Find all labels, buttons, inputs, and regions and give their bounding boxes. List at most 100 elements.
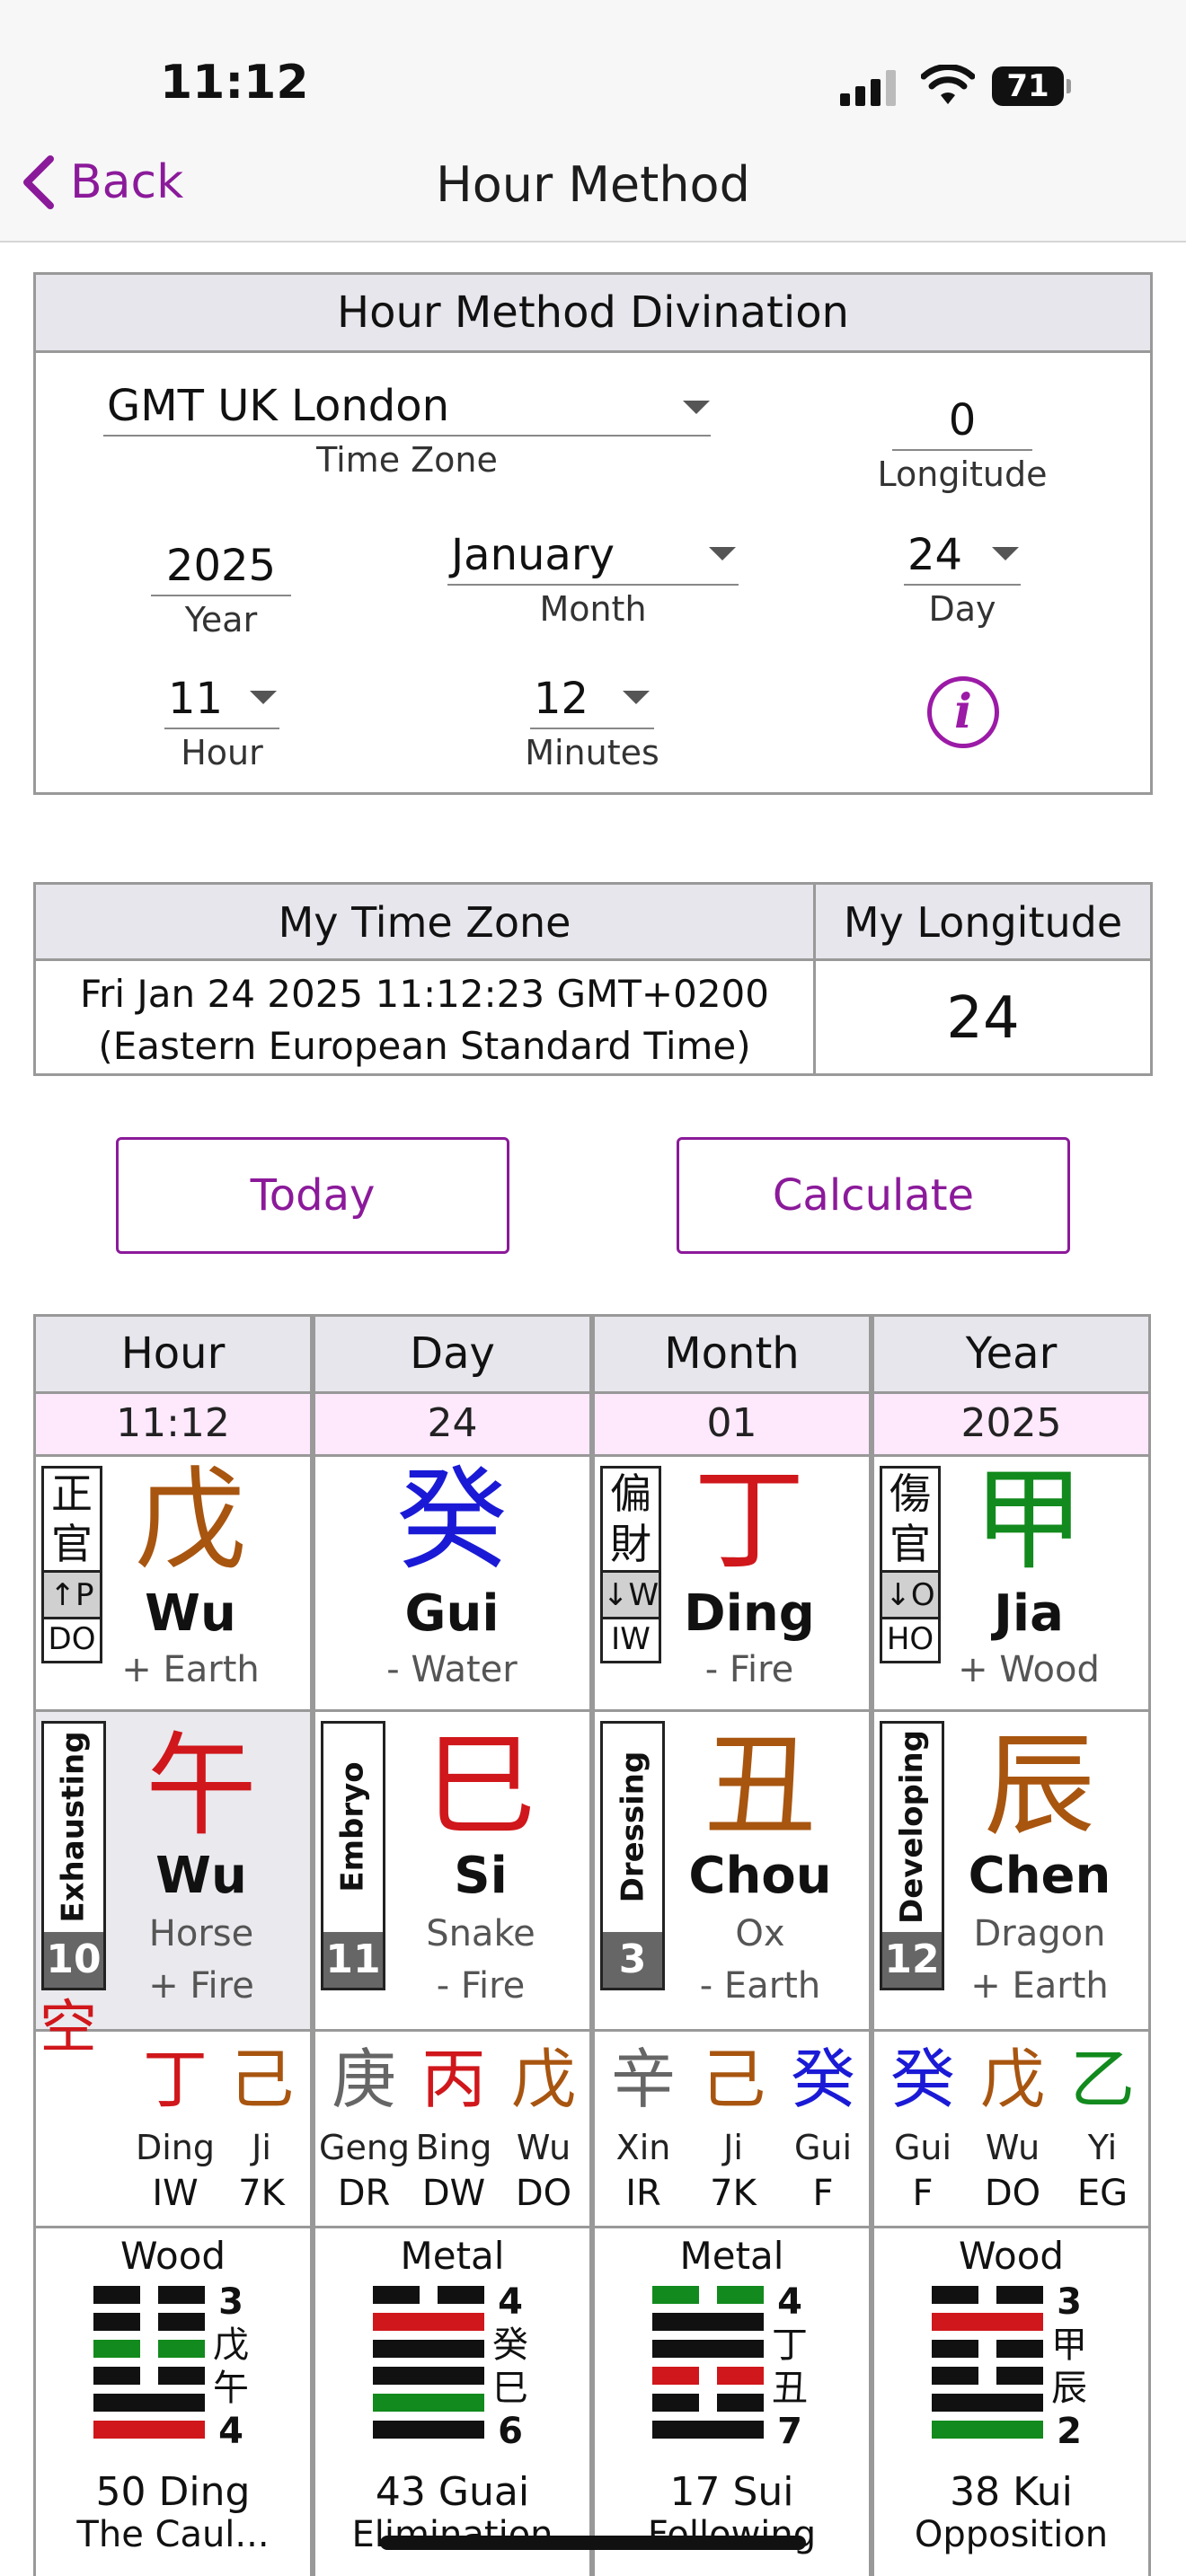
hexagram-name: 43 Guai xyxy=(375,2469,530,2515)
hidden-stem-pinyin: Ding xyxy=(135,2128,216,2167)
info-icon[interactable]: i xyxy=(927,676,999,748)
pillar-column-year: Year 2025 傷官 ↓O HO 甲 Jia + Wood Developing 12 辰 Che… xyxy=(872,1314,1151,2576)
cellular-signal-icon xyxy=(840,70,898,106)
today-button[interactable]: Today xyxy=(116,1137,509,1254)
hexagram-side-label: 4 xyxy=(218,2411,243,2452)
day-label: Day xyxy=(928,589,996,629)
hexagram-line xyxy=(932,2394,1043,2412)
hidden-stem-pinyin: Gui xyxy=(793,2128,853,2167)
hexagram-line-left xyxy=(652,2394,699,2412)
hidden-stem: 丁 Ding IW xyxy=(135,2039,216,2217)
hexagram-lines xyxy=(373,2286,484,2448)
hexagram-line xyxy=(373,2421,484,2439)
longitude-field[interactable]: 0 Longitude xyxy=(878,392,1048,494)
stem-pinyin: Ding xyxy=(684,1584,815,1643)
stem-character: 甲 xyxy=(972,1456,1084,1585)
pillar-date: 24 xyxy=(313,1394,592,1457)
hidden-stem-pinyin: Wu xyxy=(516,2128,571,2167)
hidden-stem-character: 丁 xyxy=(142,2042,208,2117)
hour-select[interactable]: 11 Hour xyxy=(164,670,279,772)
minutes-select[interactable]: 12 Minutes xyxy=(525,670,659,772)
hexagram-line xyxy=(932,2367,1043,2385)
hexagram-element: Metal xyxy=(679,2234,784,2278)
calculate-button[interactable]: Calculate xyxy=(677,1137,1070,1254)
pillar-column-month: Month 01 偏財 ↓W IW 丁 Ding - Fire Dressing 3 丑 Chou Ox… xyxy=(592,1314,872,2576)
pillar-header: Hour xyxy=(33,1314,313,1394)
branch-element: + Earth xyxy=(970,1965,1109,2007)
hidden-stem-character: 丙 xyxy=(420,2042,486,2117)
stem-character: 丁 xyxy=(693,1456,805,1585)
heavenly-stem-cell: 偏財 ↓W IW 丁 Ding - Fire xyxy=(592,1457,872,1712)
pillar-column-day: Day 24 癸 Gui - Water Embryo 11 巳 Si Snake - Fire 庚 G… xyxy=(313,1314,592,2576)
branch-character: 午 xyxy=(145,1722,257,1851)
hidden-stem: 己 Ji 7K xyxy=(688,2039,778,2217)
chevron-down-icon xyxy=(709,547,736,560)
month-select[interactable]: January Month xyxy=(447,526,739,629)
day-select[interactable]: 24 Day xyxy=(904,526,1021,629)
hexagram-line-right xyxy=(996,2286,1043,2304)
home-indicator xyxy=(380,2536,806,2550)
hexagram-element: Metal xyxy=(400,2234,505,2278)
hexagram-cell: Wood 3 戊午 4 50 Ding The Caul... xyxy=(33,2228,313,2576)
chevron-down-icon xyxy=(683,401,710,414)
hidden-stem-pinyin: Ji xyxy=(252,2128,271,2167)
hexagram-line-left xyxy=(652,2367,699,2385)
timezone-select[interactable]: GMT UK London Time Zone xyxy=(103,377,711,480)
hexagram-line-left xyxy=(932,2367,978,2385)
hexagram-line-solid xyxy=(373,2367,484,2385)
hidden-stem-god: DR xyxy=(337,2173,391,2214)
year-value: 2025 xyxy=(151,537,291,596)
hexagram-side-label: 甲 xyxy=(1051,2325,1087,2366)
hidden-stem: 戊 Wu DO xyxy=(968,2039,1058,2217)
hexagram-line-left xyxy=(932,2340,978,2358)
hidden-stem-god: F xyxy=(812,2173,834,2214)
life-stage-name: Dressing xyxy=(615,1751,651,1903)
life-stage-number: 11 xyxy=(323,1932,383,1988)
status-time: 11:12 xyxy=(160,56,309,110)
longitude-label: Longitude xyxy=(877,454,1048,494)
heavenly-stem-cell: 癸 Gui - Water xyxy=(313,1457,592,1712)
hidden-stem: 己 Ji 7K xyxy=(221,2039,302,2217)
chevron-down-icon xyxy=(623,691,650,704)
hidden-stems-cell: 庚 Geng DR 丙 Bing DW 戊 Wu DO xyxy=(313,2032,592,2228)
hexagram-line-solid xyxy=(652,2340,764,2358)
navigation-bar: Back Hour Method xyxy=(0,135,1186,243)
life-stage-text: Dressing xyxy=(603,1724,662,1930)
pillar-column-hour: Hour 11:12 正官 ↑P DO 戊 Wu + Earth Exhausting 10 空午 W… xyxy=(33,1314,313,2576)
hexagram-line xyxy=(93,2394,205,2412)
hidden-stem-pinyin: Geng xyxy=(319,2128,411,2167)
hexagram-line-solid xyxy=(932,2421,1043,2439)
hexagram-description: Opposition xyxy=(914,2514,1109,2555)
hexagram-line xyxy=(93,2286,205,2304)
hidden-stem-character: 癸 xyxy=(890,2042,955,2117)
hexagram-line xyxy=(932,2313,1043,2331)
hexagram-line xyxy=(652,2286,764,2304)
life-stage-name: Exhausting xyxy=(56,1731,93,1923)
wifi-icon xyxy=(921,65,975,104)
stem-pinyin: Wu xyxy=(145,1584,236,1643)
year-field[interactable]: 2025 Year xyxy=(151,537,291,640)
stem-element: - Fire xyxy=(704,1649,794,1690)
hexagram-line-solid xyxy=(932,2394,1043,2412)
hexagram-line xyxy=(373,2286,484,2304)
hidden-stem-pinyin: Gui xyxy=(893,2128,952,2167)
hexagram-line xyxy=(373,2394,484,2412)
hexagram-line-right xyxy=(158,2340,205,2358)
hexagram-side-label: 丑 xyxy=(772,2368,808,2409)
hexagram-line-right xyxy=(158,2286,205,2304)
hidden-stem: 庚 Geng DR xyxy=(319,2039,411,2217)
pillar-date: 11:12 xyxy=(33,1394,313,1457)
hexagram-line-solid xyxy=(373,2394,484,2412)
hexagram-side-labels: 3戊午4 xyxy=(208,2280,253,2453)
hexagram-line xyxy=(932,2421,1043,2439)
hidden-stem-pinyin: Wu xyxy=(985,2128,1040,2167)
hexagram-line-solid xyxy=(373,2421,484,2439)
hidden-stem-god: F xyxy=(912,2173,934,2214)
earthly-branch-cell: Embryo 11 巳 Si Snake - Fire xyxy=(313,1712,592,2032)
pillar-date: 2025 xyxy=(872,1394,1151,1457)
hexagram-side-label: 癸 xyxy=(492,2325,528,2366)
hexagram-line xyxy=(932,2340,1043,2358)
hidden-stem-character: 辛 xyxy=(610,2042,676,2117)
chevron-down-icon xyxy=(250,691,277,704)
hexagram-line xyxy=(373,2367,484,2385)
